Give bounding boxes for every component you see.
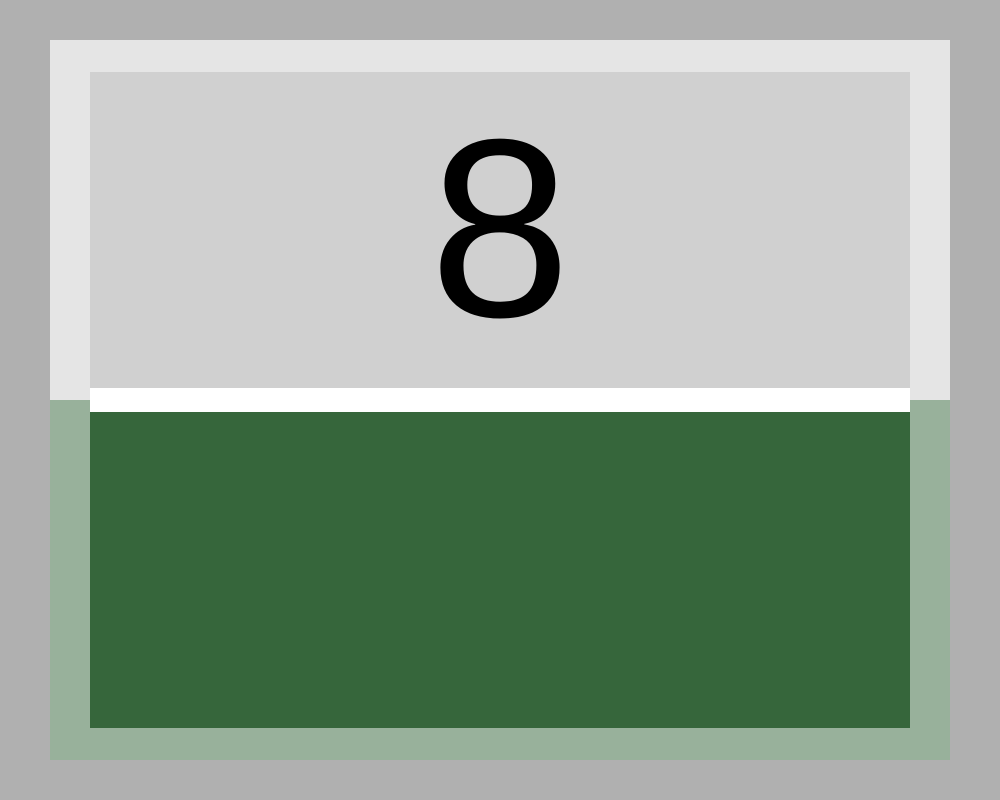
number-panel: 8 <box>90 72 910 388</box>
card-frame: 8 <box>50 40 950 760</box>
divider <box>90 388 910 412</box>
green-panel <box>90 412 910 728</box>
number-card[interactable]: 8 <box>90 72 910 728</box>
card-number: 8 <box>429 86 571 370</box>
